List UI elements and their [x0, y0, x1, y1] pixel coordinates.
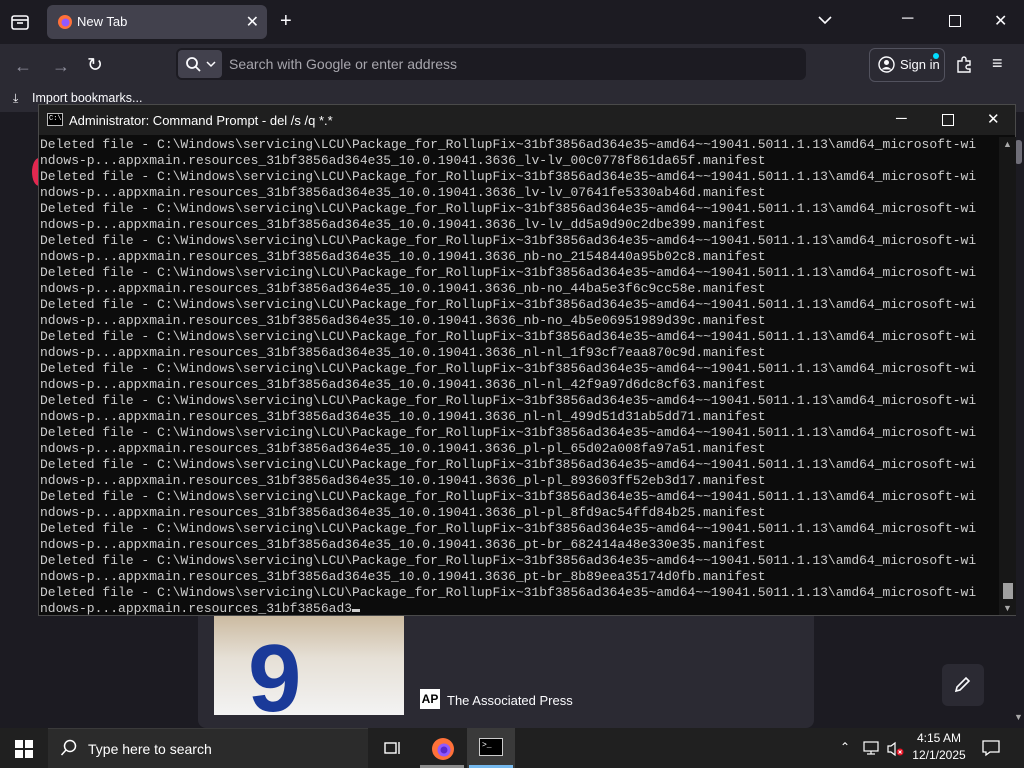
hamburger-menu-icon[interactable]: ≡	[992, 53, 1003, 74]
cmd-scrollbar[interactable]: ▲ ▼	[999, 137, 1016, 615]
cmd-output-line: ndows-p...appxmain.resources_31bf3856ad3…	[40, 249, 766, 264]
cmd-output-line: ndows-p...appxmain.resources_31bf3856ad3…	[40, 409, 766, 424]
notification-center-icon[interactable]	[982, 739, 1000, 762]
story-image: 9	[214, 612, 404, 715]
cmd-output-line: ndows-p...appxmain.resources_31bf3856ad3…	[40, 345, 766, 360]
show-hidden-icons-chevron-icon[interactable]: ⌃	[840, 740, 850, 754]
search-engine-selector[interactable]	[178, 50, 222, 78]
cmd-output-line: Deleted file - C:\Windows\servicing\LCU\…	[40, 585, 977, 600]
ap-logo-icon: AP	[420, 689, 440, 709]
cmd-output-line: Deleted file - C:\Windows\servicing\LCU\…	[40, 329, 977, 344]
cmd-output-line: ndows-p...appxmain.resources_31bf3856ad3…	[40, 505, 766, 520]
network-icon[interactable]	[863, 741, 879, 760]
story-source: The Associated Press	[447, 693, 573, 708]
jersey-number: 9	[248, 625, 302, 715]
tab-close-icon[interactable]: ✕	[246, 12, 259, 32]
url-placeholder: Search with Google or enter address	[229, 56, 458, 72]
cmd-scroll-up-icon[interactable]: ▲	[1003, 139, 1012, 149]
tab-title: New Tab	[77, 14, 128, 29]
cmd-title-bar[interactable]: C:\ Administrator: Command Prompt - del …	[39, 105, 1015, 135]
cmd-output-line: Deleted file - C:\Windows\servicing\LCU\…	[40, 265, 977, 280]
customize-button[interactable]	[942, 664, 984, 706]
cmd-output-line: ndows-p...appxmain.resources_31bf3856ad3…	[40, 281, 766, 296]
cmd-taskbar-button[interactable]: >_	[467, 728, 515, 768]
text-cursor	[352, 609, 361, 612]
import-icon: ⤓	[13, 91, 19, 105]
command-prompt-window[interactable]: C:\ Administrator: Command Prompt - del …	[38, 104, 1016, 616]
firefox-view-icon[interactable]	[10, 12, 30, 37]
restore-icon[interactable]	[949, 15, 961, 27]
cmd-output-line: Deleted file - C:\Windows\servicing\LCU\…	[40, 297, 977, 312]
minimize-icon[interactable]: ─	[902, 10, 913, 28]
tab-new-tab[interactable]: New Tab ✕	[47, 5, 267, 39]
cmd-output-line: Deleted file - C:\Windows\servicing\LCU\…	[40, 521, 977, 536]
notification-dot	[933, 53, 939, 59]
new-tab-button[interactable]: +	[280, 10, 292, 33]
cmd-output-line: ndows-p...appxmain.resources_31bf3856ad3…	[40, 217, 766, 232]
cmd-output-line: ndows-p...appxmain.resources_31bf3856ad3…	[40, 569, 766, 584]
extensions-puzzle-icon[interactable]	[955, 55, 973, 78]
cmd-taskbar-icon: >_	[479, 738, 503, 756]
tab-strip: New Tab ✕ + ─ ✕	[0, 0, 1024, 44]
page-scroll-down-icon[interactable]: ▼	[1014, 712, 1023, 722]
cmd-output-line: ndows-p...appxmain.resources_31bf3856ad3	[40, 601, 998, 617]
taskbar-search-placeholder: Type here to search	[88, 741, 212, 757]
cmd-maximize-icon[interactable]	[942, 114, 954, 126]
cmd-output-line: Deleted file - C:\Windows\servicing\LCU\…	[40, 457, 977, 472]
cmd-output-line: ndows-p...appxmain.resources_31bf3856ad3…	[40, 153, 766, 168]
clock-time: 4:15 AM	[916, 731, 962, 745]
search-icon	[60, 739, 78, 762]
cmd-output-line: Deleted file - C:\Windows\servicing\LCU\…	[40, 361, 977, 376]
sign-in-button[interactable]: Sign in	[869, 48, 945, 82]
cmd-output-line: Deleted file - C:\Windows\servicing\LCU\…	[40, 137, 977, 152]
close-window-icon[interactable]: ✕	[994, 11, 1007, 31]
cmd-output-line: Deleted file - C:\Windows\servicing\LCU\…	[40, 233, 977, 248]
cmd-output-line: ndows-p...appxmain.resources_31bf3856ad3…	[40, 377, 766, 392]
cmd-scroll-down-icon[interactable]: ▼	[1003, 603, 1012, 613]
windows-start-icon[interactable]	[15, 740, 33, 763]
taskbar-clock[interactable]: 4:15 AM 12/1/2025	[906, 730, 972, 764]
clock-date: 12/1/2025	[912, 748, 966, 762]
cmd-app-icon: C:\	[47, 113, 63, 126]
cmd-last-line-text: ndows-p...appxmain.resources_31bf3856ad3	[40, 601, 353, 616]
cmd-minimize-icon[interactable]: ─	[896, 110, 907, 127]
task-view-icon[interactable]	[383, 739, 401, 762]
cmd-scroll-thumb[interactable]	[1003, 583, 1013, 599]
taskbar-search-box[interactable]: Type here to search	[48, 728, 368, 768]
cmd-output-line: Deleted file - C:\Windows\servicing\LCU\…	[40, 169, 977, 184]
volume-muted-icon[interactable]	[886, 741, 904, 762]
cmd-output-line: ndows-p...appxmain.resources_31bf3856ad3…	[40, 537, 766, 552]
import-bookmarks-link[interactable]: Import bookmarks...	[32, 91, 142, 105]
cmd-title: Administrator: Command Prompt - del /s /…	[69, 113, 333, 128]
account-icon	[878, 56, 895, 78]
cmd-output-line: Deleted file - C:\Windows\servicing\LCU\…	[40, 489, 977, 504]
cmd-output-line: Deleted file - C:\Windows\servicing\LCU\…	[40, 201, 977, 216]
forward-arrow-icon[interactable]: →	[52, 56, 70, 77]
cmd-output-line: ndows-p...appxmain.resources_31bf3856ad3…	[40, 313, 766, 328]
cmd-output-line: Deleted file - C:\Windows\servicing\LCU\…	[40, 553, 977, 568]
cmd-output-line: Deleted file - C:\Windows\servicing\LCU\…	[40, 393, 977, 408]
cmd-close-icon[interactable]: ✕	[987, 110, 1000, 128]
back-arrow-icon[interactable]: ←	[14, 56, 32, 77]
list-all-tabs-chevron-icon[interactable]	[818, 12, 832, 30]
reload-icon[interactable]: ↻	[87, 54, 103, 77]
sign-in-label: Sign in	[900, 57, 940, 72]
cmd-output[interactable]: Deleted file - C:\Windows\servicing\LCU\…	[40, 137, 998, 617]
firefox-logo-icon	[57, 14, 73, 30]
cmd-output-line: ndows-p...appxmain.resources_31bf3856ad3…	[40, 473, 766, 488]
cmd-output-line: Deleted file - C:\Windows\servicing\LCU\…	[40, 425, 977, 440]
firefox-taskbar-icon[interactable]	[431, 737, 455, 766]
cmd-output-line: ndows-p...appxmain.resources_31bf3856ad3…	[40, 185, 766, 200]
pencil-icon	[953, 674, 973, 699]
cmd-output-line: ndows-p...appxmain.resources_31bf3856ad3…	[40, 441, 766, 456]
page-scroll-thumb[interactable]	[1015, 140, 1022, 164]
address-bar[interactable]: Search with Google or enter address	[176, 48, 806, 80]
